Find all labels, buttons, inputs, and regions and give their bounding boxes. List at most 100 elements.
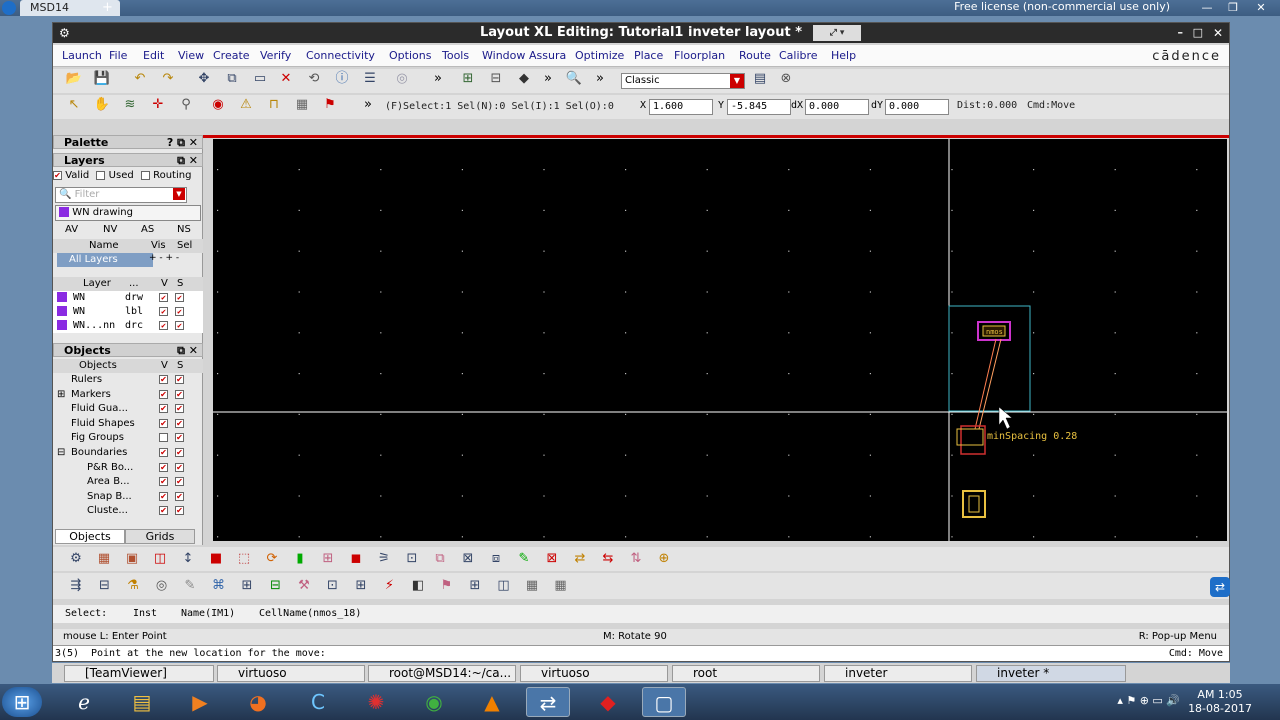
object-vis-checkbox[interactable]: ✔ (159, 375, 168, 384)
layout-tool-icon[interactable]: ⊞ (317, 549, 339, 569)
layer-row[interactable]: WN lbl ✔ ✔ (53, 305, 203, 319)
task-teamviewer[interactable]: [TeamViewer] (64, 665, 214, 682)
menu-view[interactable]: View (178, 49, 204, 62)
zoom-icon[interactable]: 🔍 (563, 69, 585, 89)
vlc-icon[interactable]: ▲ (470, 687, 514, 717)
menu-assura[interactable]: Assura (529, 49, 566, 62)
routing-tool-icon[interactable]: ◫ (493, 576, 515, 596)
hierarchy-icon[interactable]: ⊞ (457, 69, 479, 89)
layout-tool-icon[interactable]: ✎ (513, 549, 535, 569)
object-vis-checkbox[interactable]: ✔ (159, 477, 168, 487)
menu-connectivity[interactable]: Connectivity (306, 49, 375, 62)
palette-close-icon[interactable]: ? ⧉ ✕ (167, 136, 198, 150)
task-root[interactable]: root (672, 665, 820, 682)
delete-icon[interactable]: ✕ (275, 69, 297, 89)
menu-launch[interactable]: Launch (62, 49, 102, 62)
object-row[interactable]: Cluste... ✔ ✔ (53, 504, 203, 518)
layout-tool-icon[interactable]: ⇄ (569, 549, 591, 569)
layout-canvas[interactable]: nmos minSpacing 0.28 (213, 139, 1227, 541)
av-button[interactable]: AV (65, 223, 78, 237)
layout-tool-icon[interactable]: ⚞ (373, 549, 395, 569)
minimize-icon[interactable]: — (1194, 0, 1220, 16)
new-tab-icon[interactable]: + (102, 0, 113, 16)
layout-tool-icon[interactable]: ⊠ (541, 549, 563, 569)
tab-objects[interactable]: Objects (55, 529, 125, 544)
layout-tool-icon[interactable]: ↕ (177, 549, 199, 569)
ccleaner-icon[interactable]: C (296, 687, 340, 717)
object-row[interactable]: Snap B... ✔ ✔ (53, 490, 203, 504)
dy-field[interactable]: 0.000 (885, 99, 949, 115)
layout-tool-icon[interactable]: ▮ (289, 549, 311, 569)
dx-field[interactable]: 0.000 (805, 99, 869, 115)
task-terminal[interactable]: root@MSD14:~/ca... (368, 665, 516, 682)
menu-optimize[interactable]: Optimize (575, 49, 624, 62)
layout-tool-icon[interactable]: ⇆ (597, 549, 619, 569)
probe-icon[interactable]: ◆ (513, 69, 535, 89)
object-sel-checkbox[interactable]: ✔ (175, 477, 184, 487)
menu-create[interactable]: Create (213, 49, 250, 62)
explorer-icon[interactable]: ▤ (120, 687, 164, 717)
object-sel-checkbox[interactable]: ✔ (175, 462, 184, 472)
view-mode-select[interactable]: Classic ▼ (621, 73, 745, 89)
routing-tool-icon[interactable]: ◎ (151, 576, 173, 596)
layout-tool-icon[interactable]: ⚙ (65, 549, 87, 569)
search-disabled-icon[interactable]: ◎ (391, 69, 413, 89)
object-vis-checkbox[interactable]: ✔ (159, 389, 168, 399)
undo-all-icon[interactable]: ⟲ (303, 69, 325, 89)
object-sel-checkbox[interactable]: ✔ (175, 418, 184, 428)
object-sel-checkbox[interactable]: ✔ (175, 491, 184, 501)
routing-tool-icon[interactable]: ⊟ (265, 576, 287, 596)
all-layers-row[interactable]: All Layers (57, 253, 153, 267)
align-icon[interactable]: ☰ (359, 69, 381, 89)
window-zoom-icon[interactable]: ⤢ ▾ (813, 25, 861, 41)
as-button[interactable]: AS (141, 223, 154, 237)
tray-icons[interactable]: ▴ ⚑ ⊕ ▭ 🔊 (1117, 694, 1180, 707)
x-coordinate-field[interactable]: 1.600 (649, 99, 713, 115)
objects-close-icon[interactable]: ⧉ ✕ (177, 344, 198, 358)
y-coordinate-field[interactable]: -5.845 (727, 99, 791, 115)
firefox-icon[interactable]: ◕ (236, 687, 280, 717)
select-icon[interactable]: ↖ (63, 95, 85, 115)
menu-edit[interactable]: Edit (143, 49, 164, 62)
ns-button[interactable]: NS (177, 223, 191, 237)
object-vis-checkbox[interactable]: ✔ (159, 404, 168, 414)
descend-icon[interactable]: ⊟ (485, 69, 507, 89)
routing-tool-icon[interactable]: ⊞ (350, 576, 372, 596)
layout-tool-icon[interactable]: ▦ (93, 549, 115, 569)
routing-tool-icon[interactable]: ⊞ (236, 576, 258, 596)
object-vis-checkbox[interactable]: ✔ (159, 491, 168, 501)
layer-sel-checkbox[interactable]: ✔ (175, 321, 184, 330)
properties-icon[interactable]: ⓘ (331, 69, 353, 89)
win-minimize-icon[interactable]: – (1178, 23, 1184, 43)
object-vis-checkbox[interactable]: ✔ (159, 462, 168, 472)
clock[interactable]: AM 1:05 18-08-2017 (1188, 688, 1252, 716)
menu-file[interactable]: File (109, 49, 127, 62)
workspace-save-icon[interactable]: ▤ (749, 69, 771, 89)
object-row[interactable]: ⊟ Boundaries ✔ ✔ (53, 446, 203, 460)
task-virtuoso-1[interactable]: virtuoso (217, 665, 365, 682)
tree-expander-icon[interactable]: ⊞ (57, 388, 65, 402)
layer-row[interactable]: WN drw ✔ ✔ (53, 291, 203, 305)
layer-sel-checkbox[interactable]: ✔ (175, 307, 184, 316)
stretch-icon[interactable]: ▭ (249, 69, 271, 89)
teamviewer-panel-icon[interactable]: ⇄ (1210, 577, 1230, 597)
layout-tool-icon[interactable]: ⧉ (429, 549, 451, 569)
layer-vis-checkbox[interactable]: ✔ (159, 293, 168, 302)
magnet-icon[interactable]: ⚲ (175, 95, 197, 115)
routing-tool-icon[interactable]: ⊞ (464, 576, 486, 596)
instance-cell-2[interactable] (962, 490, 986, 518)
layer-row[interactable]: WN...nn drc ✔ ✔ (53, 319, 203, 333)
layout-tool-icon[interactable]: ⧈ (485, 549, 507, 569)
menu-window[interactable]: Window (482, 49, 525, 62)
ie-icon[interactable]: ℯ (62, 687, 106, 717)
routing-tool-icon[interactable]: ⊟ (94, 576, 116, 596)
object-vis-checkbox[interactable]: ✔ (159, 448, 168, 457)
close-icon[interactable]: ✕ (1248, 0, 1274, 16)
window-menu-icon[interactable]: ⚙ (59, 23, 70, 43)
nv-button[interactable]: NV (103, 223, 117, 237)
overflow-chevron-icon-3[interactable]: » (589, 69, 611, 89)
menu-route[interactable]: Route (739, 49, 771, 62)
routing-tool-icon[interactable]: ⚗ (122, 576, 144, 596)
routing-tool-icon[interactable]: ⚑ (436, 576, 458, 596)
object-sel-checkbox[interactable]: ✔ (175, 448, 184, 457)
